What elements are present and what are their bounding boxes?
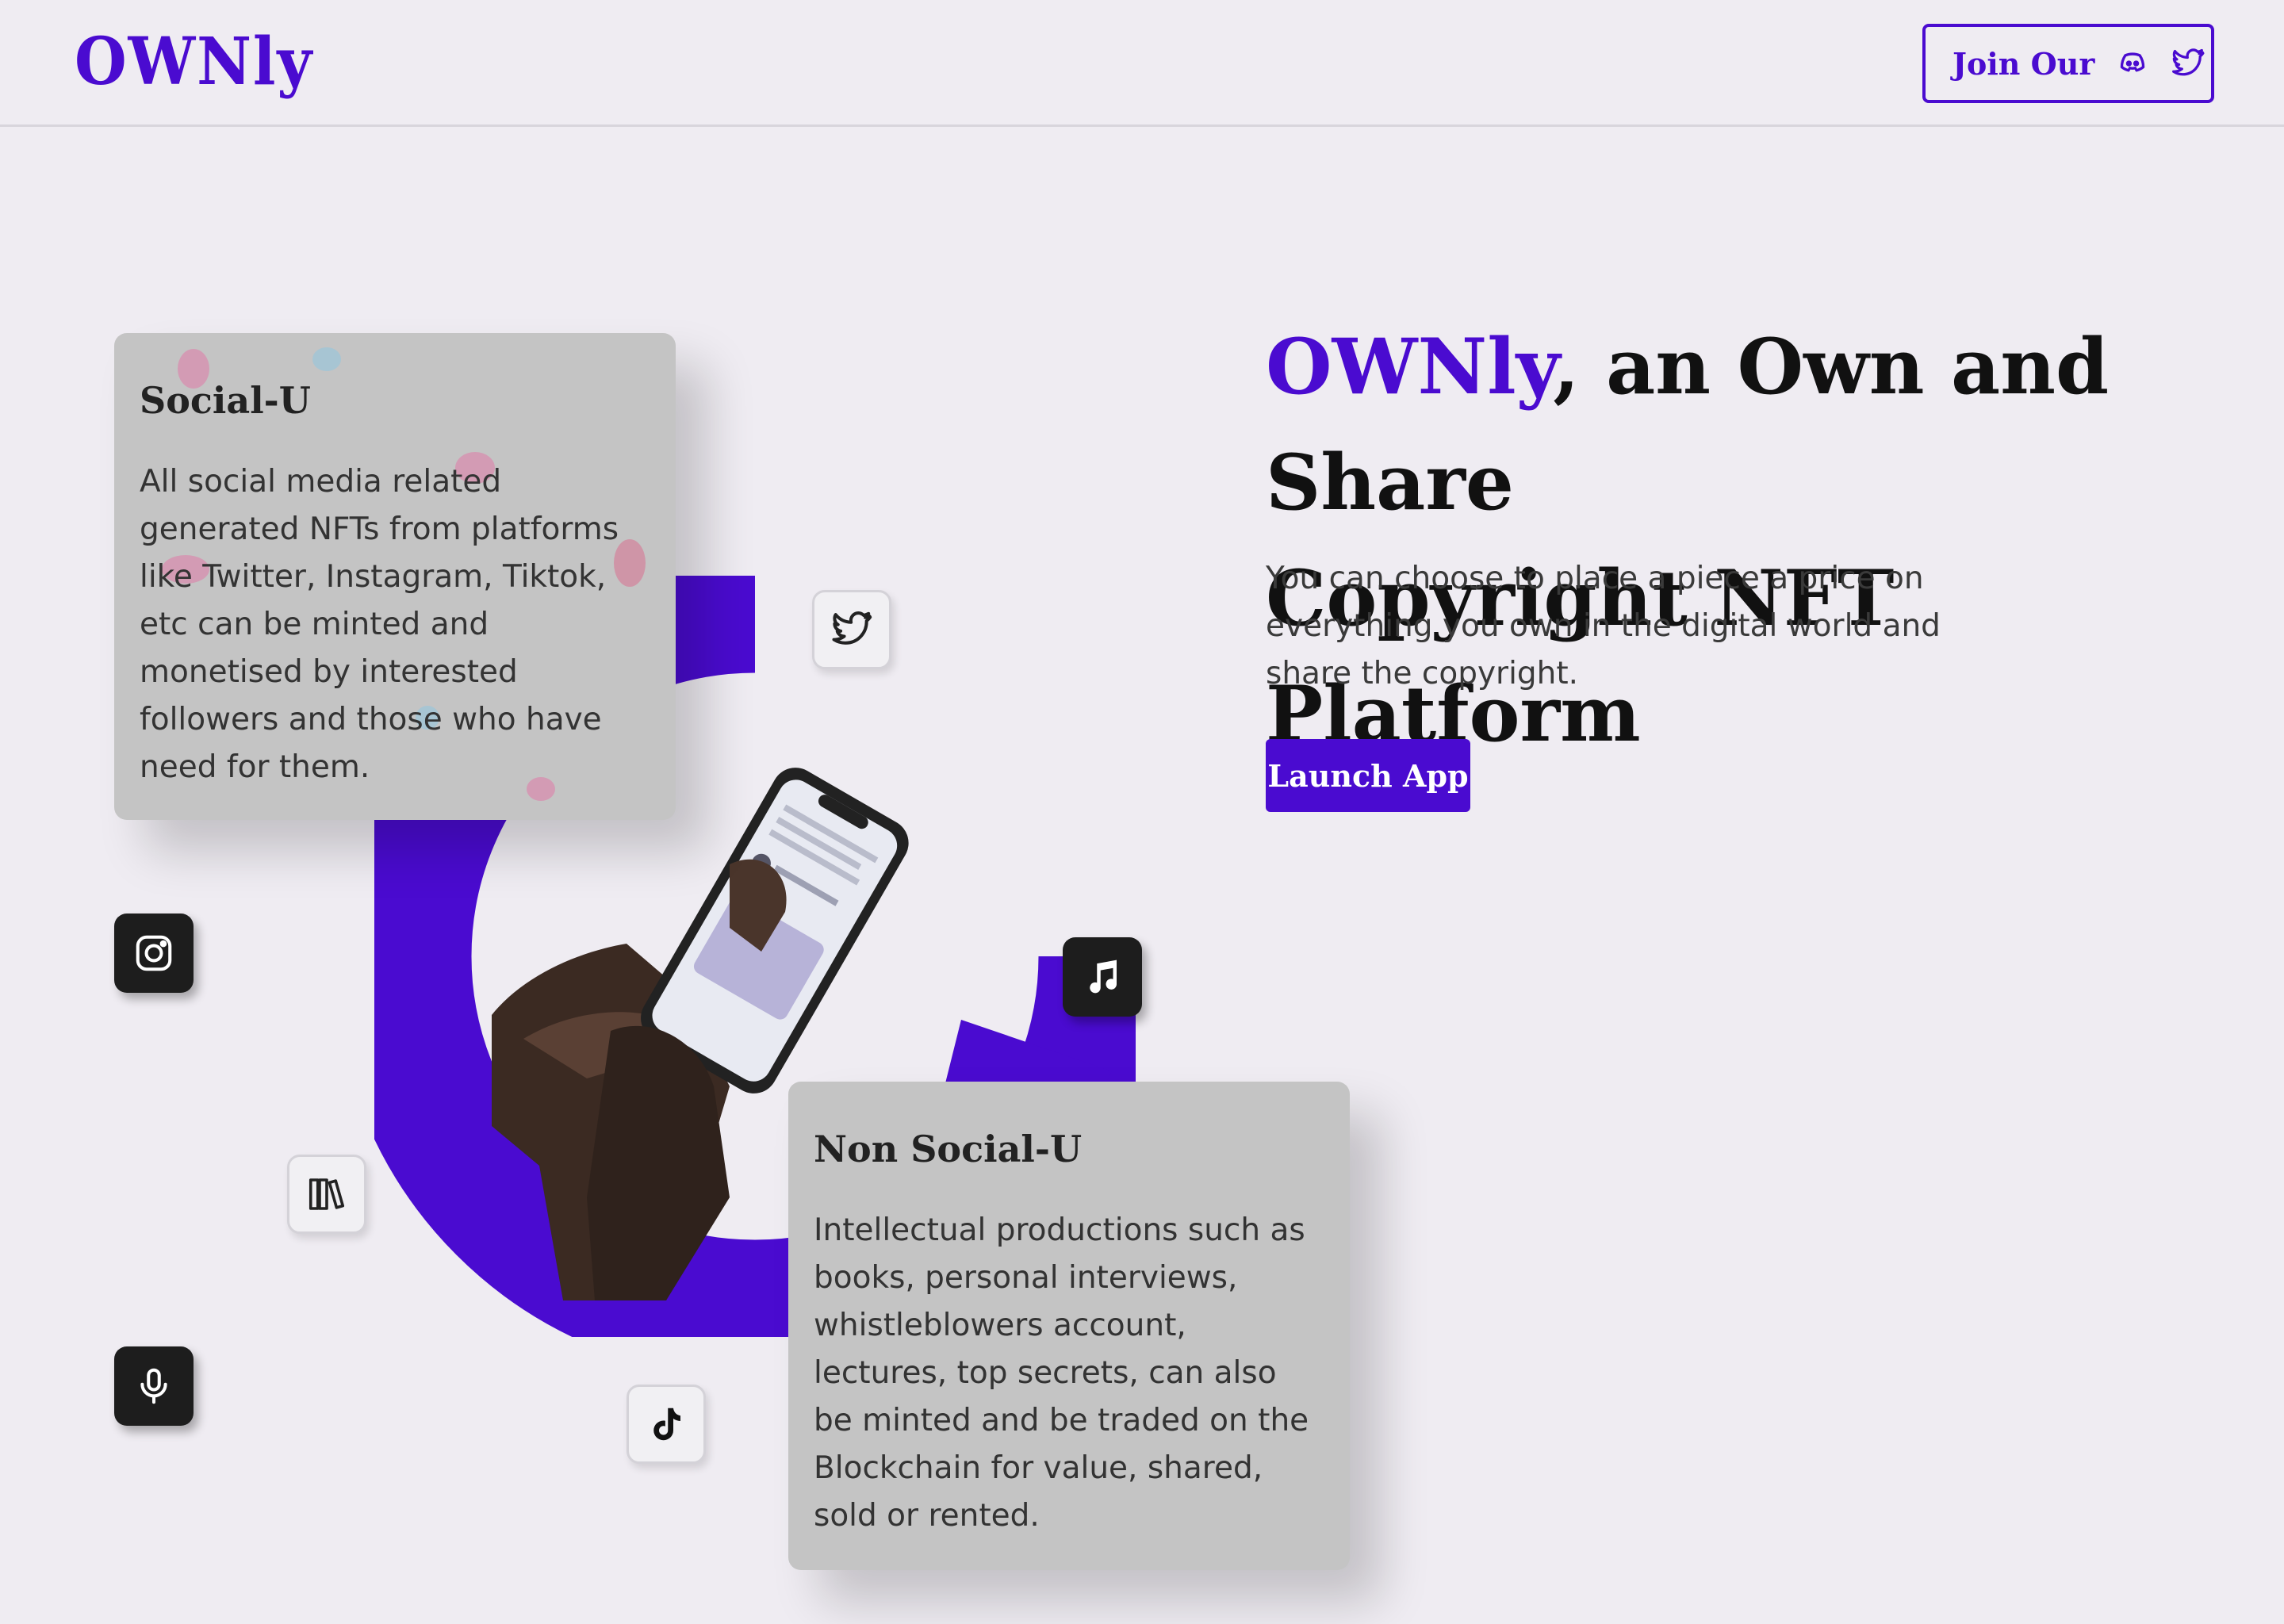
site-header: OWNly Join Our	[0, 0, 2284, 127]
card-title: Non Social-U	[814, 1128, 1083, 1170]
music-note-icon[interactable]	[1063, 937, 1142, 1017]
join-community-button[interactable]: Join Our	[1922, 24, 2214, 103]
join-label: Join Our	[1953, 45, 2095, 82]
books-icon[interactable]	[287, 1155, 366, 1234]
tiktok-icon[interactable]	[627, 1385, 706, 1464]
microphone-icon[interactable]	[114, 1346, 194, 1426]
twitter-icon[interactable]	[2171, 46, 2205, 81]
hero-description: You can choose to place a piece a price …	[1266, 561, 1941, 691]
decor-blob	[312, 347, 341, 371]
hero-title: OWNly, an Own and Share Copyright NFT Pl…	[1266, 309, 2217, 772]
card-text: All social media related generated NFTs …	[140, 464, 619, 785]
twitter-icon[interactable]	[812, 590, 891, 669]
non-social-u-card: Non Social-U Intellectual productions su…	[788, 1082, 1350, 1570]
card-title: Social-U	[140, 379, 311, 422]
social-u-card: Social-U All social media related genera…	[114, 333, 676, 820]
hero-brand: OWNly	[1266, 322, 1554, 412]
launch-app-button[interactable]: Launch App	[1266, 739, 1470, 812]
logo[interactable]: OWNly	[75, 24, 313, 100]
instagram-icon[interactable]	[114, 914, 194, 993]
card-text: Intellectual productions such as books, …	[814, 1212, 1309, 1534]
discord-icon[interactable]	[2115, 46, 2150, 81]
